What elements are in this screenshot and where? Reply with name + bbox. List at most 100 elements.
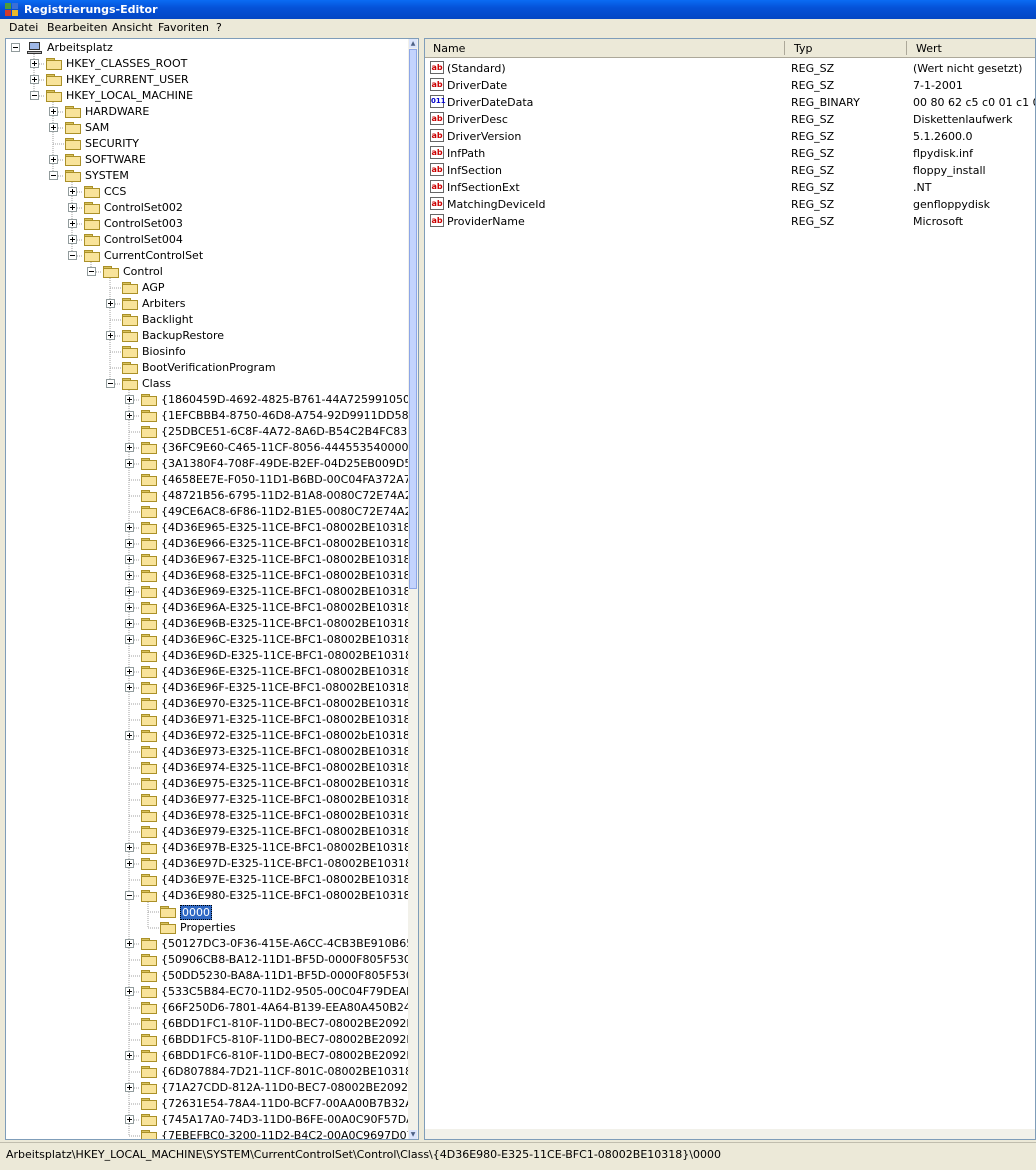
expand-plus-icon[interactable] [125, 395, 134, 404]
tree-item[interactable]: {6D807884-7D21-11CF-801C-08002BE10318} [6, 1064, 418, 1080]
tree-item[interactable]: {1860459D-4692-4825-B761-44A725991050} [6, 392, 417, 408]
tree-item[interactable]: BackupRestore [6, 328, 406, 344]
tree-item[interactable]: {3A1380F4-708F-49DE-B2EF-04D25EB009D5} [6, 456, 418, 472]
tree-item[interactable]: {25DBCE51-6C8F-4A72-8A6D-B54C2B4FC835} [6, 424, 418, 440]
values-pane[interactable]: Name Typ Wert ab (Standard) REG_SZ (Wert ni… [424, 38, 1036, 1140]
value-row[interactable]: ab DriverVersion REG_SZ 5.1.2600.0 [425, 128, 1035, 145]
tree-item[interactable]: {4D36E973-E325-11CE-BFC1-08002BE10318} [6, 744, 418, 760]
value-row[interactable]: ab DriverDate REG_SZ 7-1-2001 [425, 77, 1035, 94]
expand-plus-icon[interactable] [49, 155, 58, 164]
tree-item[interactable]: {50127DC3-0F36-415E-A6CC-4CB3BE910B65} [6, 936, 418, 952]
expand-plus-icon[interactable] [125, 587, 134, 596]
expand-plus-icon[interactable] [125, 843, 134, 852]
tree-item[interactable]: ControlSet003 [6, 216, 406, 232]
tree-item[interactable]: {4D36E968-E325-11CE-BFC1-08002BE10318} [6, 568, 418, 584]
tree-item[interactable]: Arbiters [6, 296, 406, 312]
expand-plus-icon[interactable] [125, 619, 134, 628]
tree-item[interactable]: CCS [6, 184, 406, 200]
value-row[interactable]: ab InfSectionExt REG_SZ .NT [425, 179, 1035, 196]
expand-plus-icon[interactable] [125, 859, 134, 868]
column-header-value[interactable]: Wert [916, 42, 942, 55]
collapse-minus-icon[interactable] [106, 379, 115, 388]
collapse-minus-icon[interactable] [30, 91, 39, 100]
expand-plus-icon[interactable] [30, 75, 39, 84]
expand-plus-icon[interactable] [125, 683, 134, 692]
tree-item[interactable]: SECURITY [6, 136, 406, 152]
expand-plus-icon[interactable] [125, 571, 134, 580]
expand-plus-icon[interactable] [125, 523, 134, 532]
expand-plus-icon[interactable] [30, 59, 39, 68]
tree-item[interactable]: SYSTEM [6, 168, 406, 184]
tree-item[interactable]: {48721B56-6795-11D2-B1A8-0080C72E74A2} [6, 488, 418, 504]
expand-plus-icon[interactable] [125, 939, 134, 948]
expand-plus-icon[interactable] [125, 1083, 134, 1092]
tree-item[interactable]: {6BDD1FC6-810F-11D0-BEC7-08002BE2092F} [6, 1048, 418, 1064]
expand-plus-icon[interactable] [49, 107, 58, 116]
expand-plus-icon[interactable] [125, 411, 134, 420]
expand-plus-icon[interactable] [125, 1115, 134, 1124]
expand-plus-icon[interactable] [106, 331, 115, 340]
tree-item[interactable]: {4D36E965-E325-11CE-BFC1-08002BE10318} [6, 520, 418, 536]
value-row[interactable]: ab InfSection REG_SZ floppy_install [425, 162, 1035, 179]
expand-plus-icon[interactable] [68, 219, 77, 228]
tree-item[interactable]: ControlSet004 [6, 232, 406, 248]
expand-plus-icon[interactable] [125, 459, 134, 468]
tree-item[interactable]: {4D36E978-E325-11CE-BFC1-08002BE10318} [6, 808, 418, 824]
tree-item[interactable]: Arbeitsplatz [6, 40, 406, 56]
column-header-type[interactable]: Typ [794, 42, 813, 55]
menu-datei[interactable]: Datei [9, 21, 38, 34]
expand-plus-icon[interactable] [125, 443, 134, 452]
tree-item[interactable]: {6BDD1FC5-810F-11D0-BEC7-08002BE2092F} [6, 1032, 418, 1048]
tree-item[interactable]: AGP [6, 280, 406, 296]
collapse-minus-icon[interactable] [68, 251, 77, 260]
tree-item[interactable]: HARDWARE [6, 104, 406, 120]
tree-item[interactable]: {4D36E96B-E325-11CE-BFC1-08002BE10318} [6, 616, 418, 632]
tree-item[interactable]: Control [6, 264, 406, 280]
tree-item[interactable]: {66F250D6-7801-4A64-B139-EEA80A450B24} [6, 1000, 418, 1016]
expand-plus-icon[interactable] [49, 123, 58, 132]
tree-item[interactable]: {4D36E980-E325-11CE-BFC1-08002BE10318} [6, 888, 418, 904]
scroll-down-arrow-icon[interactable]: ▼ [409, 1130, 417, 1139]
tree-item[interactable]: HKEY_LOCAL_MACHINE [6, 88, 406, 104]
tree-item[interactable]: {745A17A0-74D3-11D0-B6FE-00A0C90F57DA} [6, 1112, 418, 1128]
expand-plus-icon[interactable] [125, 539, 134, 548]
menu-favoriten[interactable]: Favoriten [158, 21, 209, 34]
value-row[interactable]: ab DriverDesc REG_SZ Diskettenlaufwerk [425, 111, 1035, 128]
tree-item[interactable]: {4D36E971-E325-11CE-BFC1-08002BE10318} [6, 712, 418, 728]
tree-item[interactable]: {4D36E975-E325-11CE-BFC1-08002BE10318} [6, 776, 418, 792]
collapse-minus-icon[interactable] [49, 171, 58, 180]
tree-item[interactable]: {4D36E972-E325-11CE-BFC1-08002bE10318} [6, 728, 417, 744]
tree-item[interactable]: CurrentControlSet [6, 248, 406, 264]
menu-bearbeiten[interactable]: Bearbeiten [47, 21, 107, 34]
menu-help[interactable]: ? [216, 21, 222, 34]
tree-item[interactable]: SOFTWARE [6, 152, 406, 168]
tree-item[interactable]: Backlight [6, 312, 406, 328]
tree-item[interactable]: {4D36E96A-E325-11CE-BFC1-08002BE10318} [6, 600, 418, 616]
tree-item[interactable]: {71A27CDD-812A-11D0-BEC7-08002BE2092F} [6, 1080, 418, 1096]
expand-plus-icon[interactable] [125, 731, 134, 740]
tree-item[interactable]: {50DD5230-BA8A-11D1-BF5D-0000F805F530} [6, 968, 418, 984]
expand-plus-icon[interactable] [68, 203, 77, 212]
value-row[interactable]: ab InfPath REG_SZ flpydisk.inf [425, 145, 1035, 162]
tree-item[interactable]: SAM [6, 120, 406, 136]
collapse-minus-icon[interactable] [11, 43, 20, 52]
tree-item[interactable]: {533C5B84-EC70-11D2-9505-00C04F79DEAF} [6, 984, 418, 1000]
tree-item[interactable]: {6BDD1FC1-810F-11D0-BEC7-08002BE2092F} [6, 1016, 418, 1032]
tree-pane[interactable]: Arbeitsplatz HKEY_CLASSES_ROOT HKEY_CURREN… [5, 38, 419, 1140]
tree-item[interactable]: {4D36E967-E325-11CE-BFC1-08002BE10318} [6, 552, 418, 568]
tree-item[interactable]: HKEY_CURRENT_USER [6, 72, 406, 88]
tree-item[interactable]: {4D36E969-E325-11CE-BFC1-08002BE10318} [6, 584, 418, 600]
tree-item[interactable]: BootVerificationProgram [6, 360, 406, 376]
expand-plus-icon[interactable] [68, 187, 77, 196]
collapse-minus-icon[interactable] [87, 267, 96, 276]
value-row[interactable]: ab MatchingDeviceId REG_SZ genfloppydisk [425, 196, 1035, 213]
tree-item[interactable]: Biosinfo [6, 344, 406, 360]
tree-item[interactable]: {36FC9E60-C465-11CF-8056-444553540000} [6, 440, 415, 456]
expand-plus-icon[interactable] [125, 603, 134, 612]
tree-item[interactable]: {4D36E97E-E325-11CE-BFC1-08002BE10318} [6, 872, 417, 888]
expand-plus-icon[interactable] [68, 235, 77, 244]
tree-item[interactable]: {49CE6AC8-6F86-11D2-B1E5-0080C72E74A2} [6, 504, 418, 520]
tree-item[interactable]: HKEY_CLASSES_ROOT [6, 56, 406, 72]
tree-item[interactable]: {4D36E966-E325-11CE-BFC1-08002BE10318} [6, 536, 418, 552]
tree-item[interactable]: Class [6, 376, 406, 392]
